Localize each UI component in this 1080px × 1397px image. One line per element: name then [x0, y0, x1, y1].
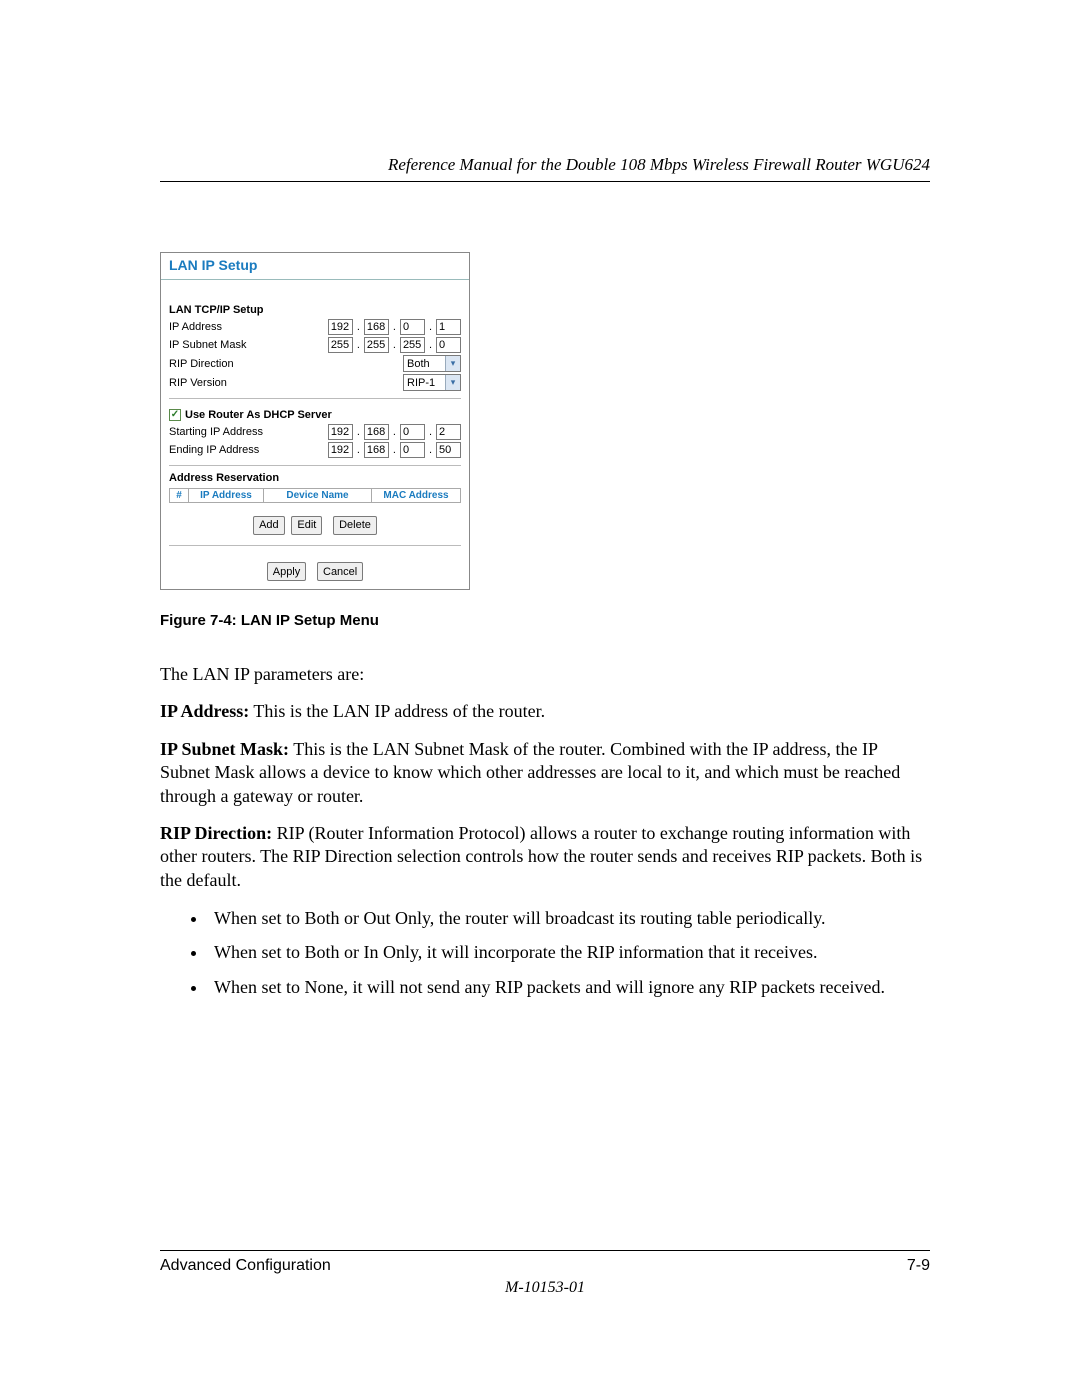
- label-rip-direction: RIP Direction: [169, 358, 399, 370]
- label-ending-ip: Ending IP Address: [169, 444, 324, 456]
- section-lan-tcpip: LAN TCP/IP Setup: [161, 304, 469, 318]
- figure-caption: Figure 7-4: LAN IP Setup Menu: [160, 612, 930, 629]
- delete-button[interactable]: Delete: [333, 516, 377, 535]
- row-subnet-mask: IP Subnet Mask . . .: [161, 336, 469, 354]
- cancel-button[interactable]: Cancel: [317, 562, 363, 581]
- col-mac: MAC Address: [372, 489, 460, 502]
- lan-ip-setup-screenshot: LAN IP Setup LAN TCP/IP Setup IP Address…: [160, 252, 470, 590]
- section-address-reservation: Address Reservation: [161, 472, 469, 486]
- rip-direction-select[interactable]: Both ▾: [403, 355, 461, 372]
- label-subnet-mask: IP Subnet Mask: [169, 339, 324, 351]
- start-ip-octet-1[interactable]: [328, 424, 353, 440]
- reservation-table-header: # IP Address Device Name MAC Address: [169, 488, 461, 503]
- panel-title: LAN IP Setup: [161, 253, 469, 280]
- footer-doc-code: M-10153-01: [160, 1279, 930, 1297]
- row-ending-ip: Ending IP Address . . .: [161, 441, 469, 459]
- label-starting-ip: Starting IP Address: [169, 426, 324, 438]
- paragraph-subnet-mask: IP Subnet Mask: This is the LAN Subnet M…: [160, 738, 930, 808]
- ip-address-octet-3[interactable]: [400, 319, 425, 335]
- dot-icon: .: [393, 321, 396, 333]
- divider: [169, 398, 461, 399]
- subnet-octet-4[interactable]: [436, 337, 461, 353]
- button-row-form: Apply Cancel: [161, 552, 469, 590]
- spacer: [161, 280, 469, 304]
- dot-icon: .: [429, 339, 432, 351]
- label-dhcp-checkbox: Use Router As DHCP Server: [185, 409, 332, 421]
- document-page: Reference Manual for the Double 108 Mbps…: [0, 0, 1080, 1397]
- dot-icon: .: [357, 321, 360, 333]
- running-header: Reference Manual for the Double 108 Mbps…: [160, 155, 930, 175]
- rip-version-value: RIP-1: [407, 377, 435, 389]
- row-rip-version: RIP Version RIP-1 ▾: [161, 373, 469, 392]
- term-ip-address: IP Address:: [160, 701, 249, 721]
- subnet-octet-1[interactable]: [328, 337, 353, 353]
- add-button[interactable]: Add: [253, 516, 285, 535]
- footer-page-number: 7-9: [907, 1257, 930, 1275]
- row-dhcp-checkbox: ✓ Use Router As DHCP Server: [161, 405, 469, 423]
- term-subnet-mask: IP Subnet Mask:: [160, 739, 289, 759]
- footer-section: Advanced Configuration: [160, 1257, 331, 1275]
- dot-icon: .: [357, 339, 360, 351]
- apply-button[interactable]: Apply: [267, 562, 307, 581]
- end-ip-octet-2[interactable]: [364, 442, 389, 458]
- end-ip-octet-3[interactable]: [400, 442, 425, 458]
- divider: [169, 545, 461, 546]
- header-rule: [160, 181, 930, 182]
- dot-icon: .: [429, 426, 432, 438]
- footer-rule: [160, 1250, 930, 1251]
- chevron-down-icon: ▾: [445, 356, 460, 371]
- list-item: When set to Both or In Only, it will inc…: [208, 940, 930, 964]
- divider: [169, 465, 461, 466]
- row-rip-direction: RIP Direction Both ▾: [161, 354, 469, 373]
- edit-button[interactable]: Edit: [291, 516, 322, 535]
- col-num: #: [170, 489, 189, 502]
- dot-icon: .: [429, 444, 432, 456]
- dot-icon: .: [357, 444, 360, 456]
- row-starting-ip: Starting IP Address . . .: [161, 423, 469, 441]
- end-ip-octet-4[interactable]: [436, 442, 461, 458]
- dhcp-checkbox[interactable]: ✓: [169, 409, 181, 421]
- subnet-octet-2[interactable]: [364, 337, 389, 353]
- list-item: When set to None, it will not send any R…: [208, 975, 930, 999]
- col-device: Device Name: [264, 489, 372, 502]
- dot-icon: .: [357, 426, 360, 438]
- ip-address-octet-1[interactable]: [328, 319, 353, 335]
- dot-icon: .: [393, 444, 396, 456]
- start-ip-octet-4[interactable]: [436, 424, 461, 440]
- col-ip: IP Address: [189, 489, 264, 502]
- end-ip-octet-1[interactable]: [328, 442, 353, 458]
- desc-rip-direction: RIP (Router Information Protocol) allows…: [160, 823, 922, 890]
- term-rip-direction: RIP Direction:: [160, 823, 272, 843]
- label-ip-address: IP Address: [169, 321, 324, 333]
- rip-direction-bullets: When set to Both or Out Only, the router…: [160, 906, 930, 999]
- paragraph-ip-address: IP Address: This is the LAN IP address o…: [160, 700, 930, 723]
- row-ip-address: IP Address . . .: [161, 318, 469, 336]
- dot-icon: .: [393, 426, 396, 438]
- chevron-down-icon: ▾: [445, 375, 460, 390]
- desc-ip-address: This is the LAN IP address of the router…: [249, 701, 545, 721]
- ip-address-octet-2[interactable]: [364, 319, 389, 335]
- start-ip-octet-2[interactable]: [364, 424, 389, 440]
- dot-icon: .: [393, 339, 396, 351]
- paragraph-rip-direction: RIP Direction: RIP (Router Information P…: [160, 822, 930, 892]
- paragraph-intro: The LAN IP parameters are:: [160, 663, 930, 686]
- start-ip-octet-3[interactable]: [400, 424, 425, 440]
- page-footer: Advanced Configuration 7-9 M-10153-01: [160, 1250, 930, 1297]
- button-row-table: Add Edit Delete: [161, 505, 469, 539]
- subnet-octet-3[interactable]: [400, 337, 425, 353]
- rip-version-select[interactable]: RIP-1 ▾: [403, 374, 461, 391]
- list-item: When set to Both or Out Only, the router…: [208, 906, 930, 930]
- footer-line: Advanced Configuration 7-9: [160, 1257, 930, 1275]
- ip-address-octet-4[interactable]: [436, 319, 461, 335]
- dot-icon: .: [429, 321, 432, 333]
- rip-direction-value: Both: [407, 358, 430, 370]
- label-rip-version: RIP Version: [169, 377, 399, 389]
